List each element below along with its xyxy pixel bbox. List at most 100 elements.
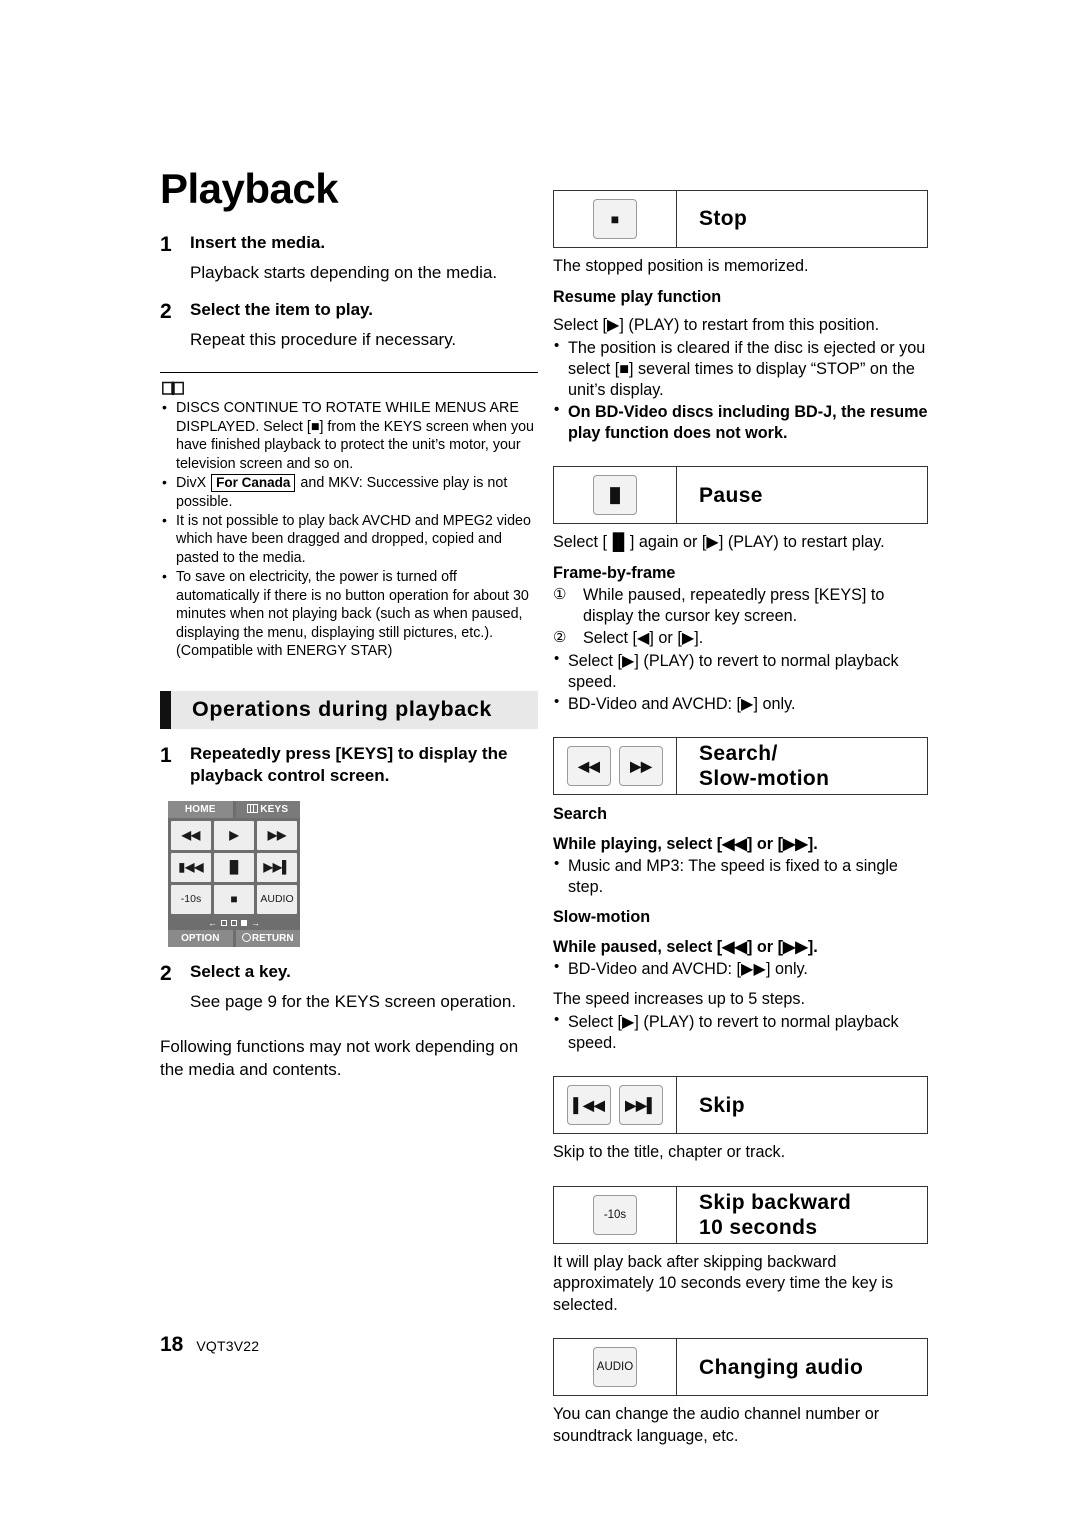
- key-stop[interactable]: ■: [214, 884, 254, 914]
- function-subheading: Search: [553, 805, 607, 824]
- function-subheading: While playing, select [◀◀] or [▶▶].: [553, 835, 818, 854]
- step-1: 1 Insert the media.: [160, 232, 538, 258]
- function-bullet-list: BD-Video and AVCHD: [▶▶] only.: [553, 957, 928, 980]
- left-column: Playback 1 Insert the media. Playback st…: [160, 168, 538, 1082]
- step-number: 2: [160, 300, 172, 324]
- ops-step-2-body: See page 9 for the KEYS screen operation…: [190, 991, 517, 1011]
- keys-bottom-buttons: OPTION RETURN: [168, 929, 300, 947]
- button-option-label: OPTION: [181, 932, 220, 944]
- keys-screen-tabs: HOME KEYS: [168, 800, 300, 818]
- note-item: To save on electricity, the power is tur…: [160, 567, 538, 660]
- keycap-icon[interactable]: ■: [593, 199, 637, 239]
- function-header-skip-backward-10-seconds: -10s Skip backward 10 seconds: [553, 1185, 928, 1244]
- function-body-text: Select [▐▌] again or [▶] (PLAY) to resta…: [553, 533, 885, 552]
- function-keycaps: ◀◀ ▶▶: [554, 738, 677, 795]
- function-subheading: Resume play function: [553, 287, 722, 306]
- return-arrow-icon: [241, 932, 251, 942]
- keycap-icon[interactable]: AUDIO: [593, 1347, 637, 1388]
- function-subheading: Frame-by-frame: [553, 563, 676, 582]
- key-pause[interactable]: ▐▌: [214, 852, 254, 882]
- pager-dot: [221, 920, 227, 927]
- function-bullet-item: BD-Video and AVCHD: [▶▶] only.: [553, 957, 928, 980]
- function-keycaps: ■: [554, 191, 677, 247]
- button-return-label: RETURN: [251, 932, 294, 944]
- button-return[interactable]: RETURN: [235, 929, 300, 947]
- function-bullet-item: BD-Video and AVCHD: [▶] only.: [553, 692, 928, 715]
- function-bullet-item: Select [▶] (PLAY) to revert to normal pl…: [553, 1010, 928, 1054]
- circled-number: ①: [553, 585, 567, 603]
- step-2-body: Repeat this procedure if necessary.: [190, 330, 457, 350]
- keycap-icon[interactable]: ▐▌: [593, 475, 637, 516]
- page-footer: 18 VQT3V22: [160, 1333, 259, 1357]
- key-skip-previous[interactable]: ▮◀◀: [171, 852, 211, 882]
- divider: [160, 372, 538, 374]
- pager-dot: [231, 920, 237, 927]
- step-1-body: Playback starts depending on the media.: [190, 263, 498, 283]
- keycap-icon[interactable]: ▶▶: [619, 746, 663, 787]
- function-numbered-item: ② Select [◀] or [▶].: [553, 628, 928, 649]
- function-bullet-item: Select [▶] (PLAY) to revert to normal pl…: [553, 649, 928, 693]
- function-title: Search/Slow-motion: [699, 742, 830, 791]
- key-play[interactable]: ▶: [214, 820, 254, 850]
- keys-control-screen[interactable]: HOME KEYS ◀◀ ▶ ▶▶ ▮◀◀ ▐▌ ▶▶▌ -10s ■ AUDI…: [168, 800, 300, 947]
- keycap-icon[interactable]: ◀◀: [567, 746, 611, 787]
- key-rewind[interactable]: ◀◀: [171, 820, 211, 850]
- function-title: Skip backward 10 seconds: [699, 1190, 852, 1239]
- function-body-text: The speed increases up to 5 steps.: [553, 989, 805, 1008]
- keycap-icon[interactable]: -10s: [593, 1194, 637, 1235]
- function-bullet-item: On BD-Video discs including BD-J, the re…: [553, 400, 928, 444]
- open-book-icon: [162, 381, 184, 396]
- function-title: Pause: [699, 483, 763, 507]
- circled-number: ②: [553, 629, 567, 647]
- function-section-stop: ■ Stop The stopped position is memorized. R…: [553, 190, 928, 444]
- section-heading-operations: Operations during playback: [160, 690, 538, 729]
- for-canada-label: For Canada: [211, 474, 296, 492]
- function-body-text: The stopped position is memorized.: [553, 257, 809, 275]
- button-option[interactable]: OPTION: [168, 929, 233, 947]
- function-body-text: Select [▶] (PLAY) to restart from this p…: [553, 315, 880, 334]
- ops-step-2: 2 Select a key.: [160, 961, 538, 987]
- key-fast-forward[interactable]: ▶▶: [257, 820, 297, 850]
- step-heading: Select a key.: [190, 961, 291, 981]
- note-item-divx: DivX For Canada and MKV: Successive play…: [160, 473, 538, 511]
- function-keycaps: AUDIO: [554, 1339, 677, 1396]
- function-header-stop: ■ Stop: [553, 190, 928, 248]
- step-number: 2: [160, 961, 172, 985]
- numbered-item-text: While paused, repeatedly press [KEYS] to…: [583, 585, 885, 626]
- divx-prefix: DivX: [176, 475, 207, 492]
- notes-list: DISCS CONTINUE TO ROTATE WHILE MENUS ARE…: [160, 398, 538, 660]
- keys-pager[interactable]: ← →: [168, 916, 300, 930]
- step-heading: Select the item to play.: [190, 300, 373, 320]
- keycap-icon[interactable]: ▶▶▌: [619, 1085, 663, 1126]
- page-number: 18: [160, 1333, 184, 1356]
- note-item: DISCS CONTINUE TO ROTATE WHILE MENUS ARE…: [160, 398, 538, 473]
- key-skip-back-10s[interactable]: -10s: [171, 884, 211, 914]
- function-header-skip: ▌◀◀ ▶▶▌ Skip: [553, 1076, 928, 1135]
- function-section-pause: ▐▌ Pause Select [▐▌] again or [▶] (PLAY) t…: [553, 466, 928, 715]
- function-numbered-item: ① While paused, repeatedly press [KEYS] t…: [553, 585, 928, 627]
- pager-left-arrow-icon[interactable]: ←: [208, 918, 217, 928]
- tab-keys[interactable]: KEYS: [235, 800, 300, 818]
- function-header-changing-audio: AUDIO Changing audio: [553, 1338, 928, 1397]
- function-title: Skip: [699, 1093, 745, 1117]
- pager-right-arrow-icon[interactable]: →: [251, 918, 260, 928]
- tab-home-label: HOME: [184, 803, 216, 815]
- function-keycaps: ▌◀◀ ▶▶▌: [554, 1077, 677, 1134]
- function-header-pause: ▐▌ Pause: [553, 466, 928, 525]
- function-numbered-list: ① While paused, repeatedly press [KEYS] t…: [553, 585, 928, 649]
- key-audio[interactable]: AUDIO: [257, 884, 297, 914]
- function-body-text: Skip to the title, chapter or track.: [553, 1143, 786, 1162]
- function-bullet-list: The position is cleared if the disc is e…: [553, 336, 928, 444]
- function-section-changing-audio: AUDIO Changing audio You can change the au…: [553, 1338, 928, 1447]
- function-section-skip-backward-10-seconds: -10s Skip backward 10 seconds It will play …: [553, 1185, 928, 1317]
- tab-home[interactable]: HOME: [168, 800, 233, 818]
- function-section-search-slow-motion: ◀◀ ▶▶ Search/Slow-motion Search While playin…: [553, 737, 928, 1054]
- function-bullet-list: Select [▶] (PLAY) to revert to normal pl…: [553, 1010, 928, 1054]
- page-title: Playback: [160, 165, 339, 212]
- tab-keys-label: KEYS: [260, 803, 289, 815]
- keycap-icon[interactable]: ▌◀◀: [567, 1085, 611, 1126]
- key-skip-next[interactable]: ▶▶▌: [257, 852, 297, 882]
- function-header-search-slow-motion: ◀◀ ▶▶ Search/Slow-motion: [553, 737, 928, 796]
- function-subheading: While paused, select [◀◀] or [▶▶].: [553, 938, 818, 957]
- function-bullet-list: Music and MP3: The speed is fixed to a s…: [553, 854, 928, 898]
